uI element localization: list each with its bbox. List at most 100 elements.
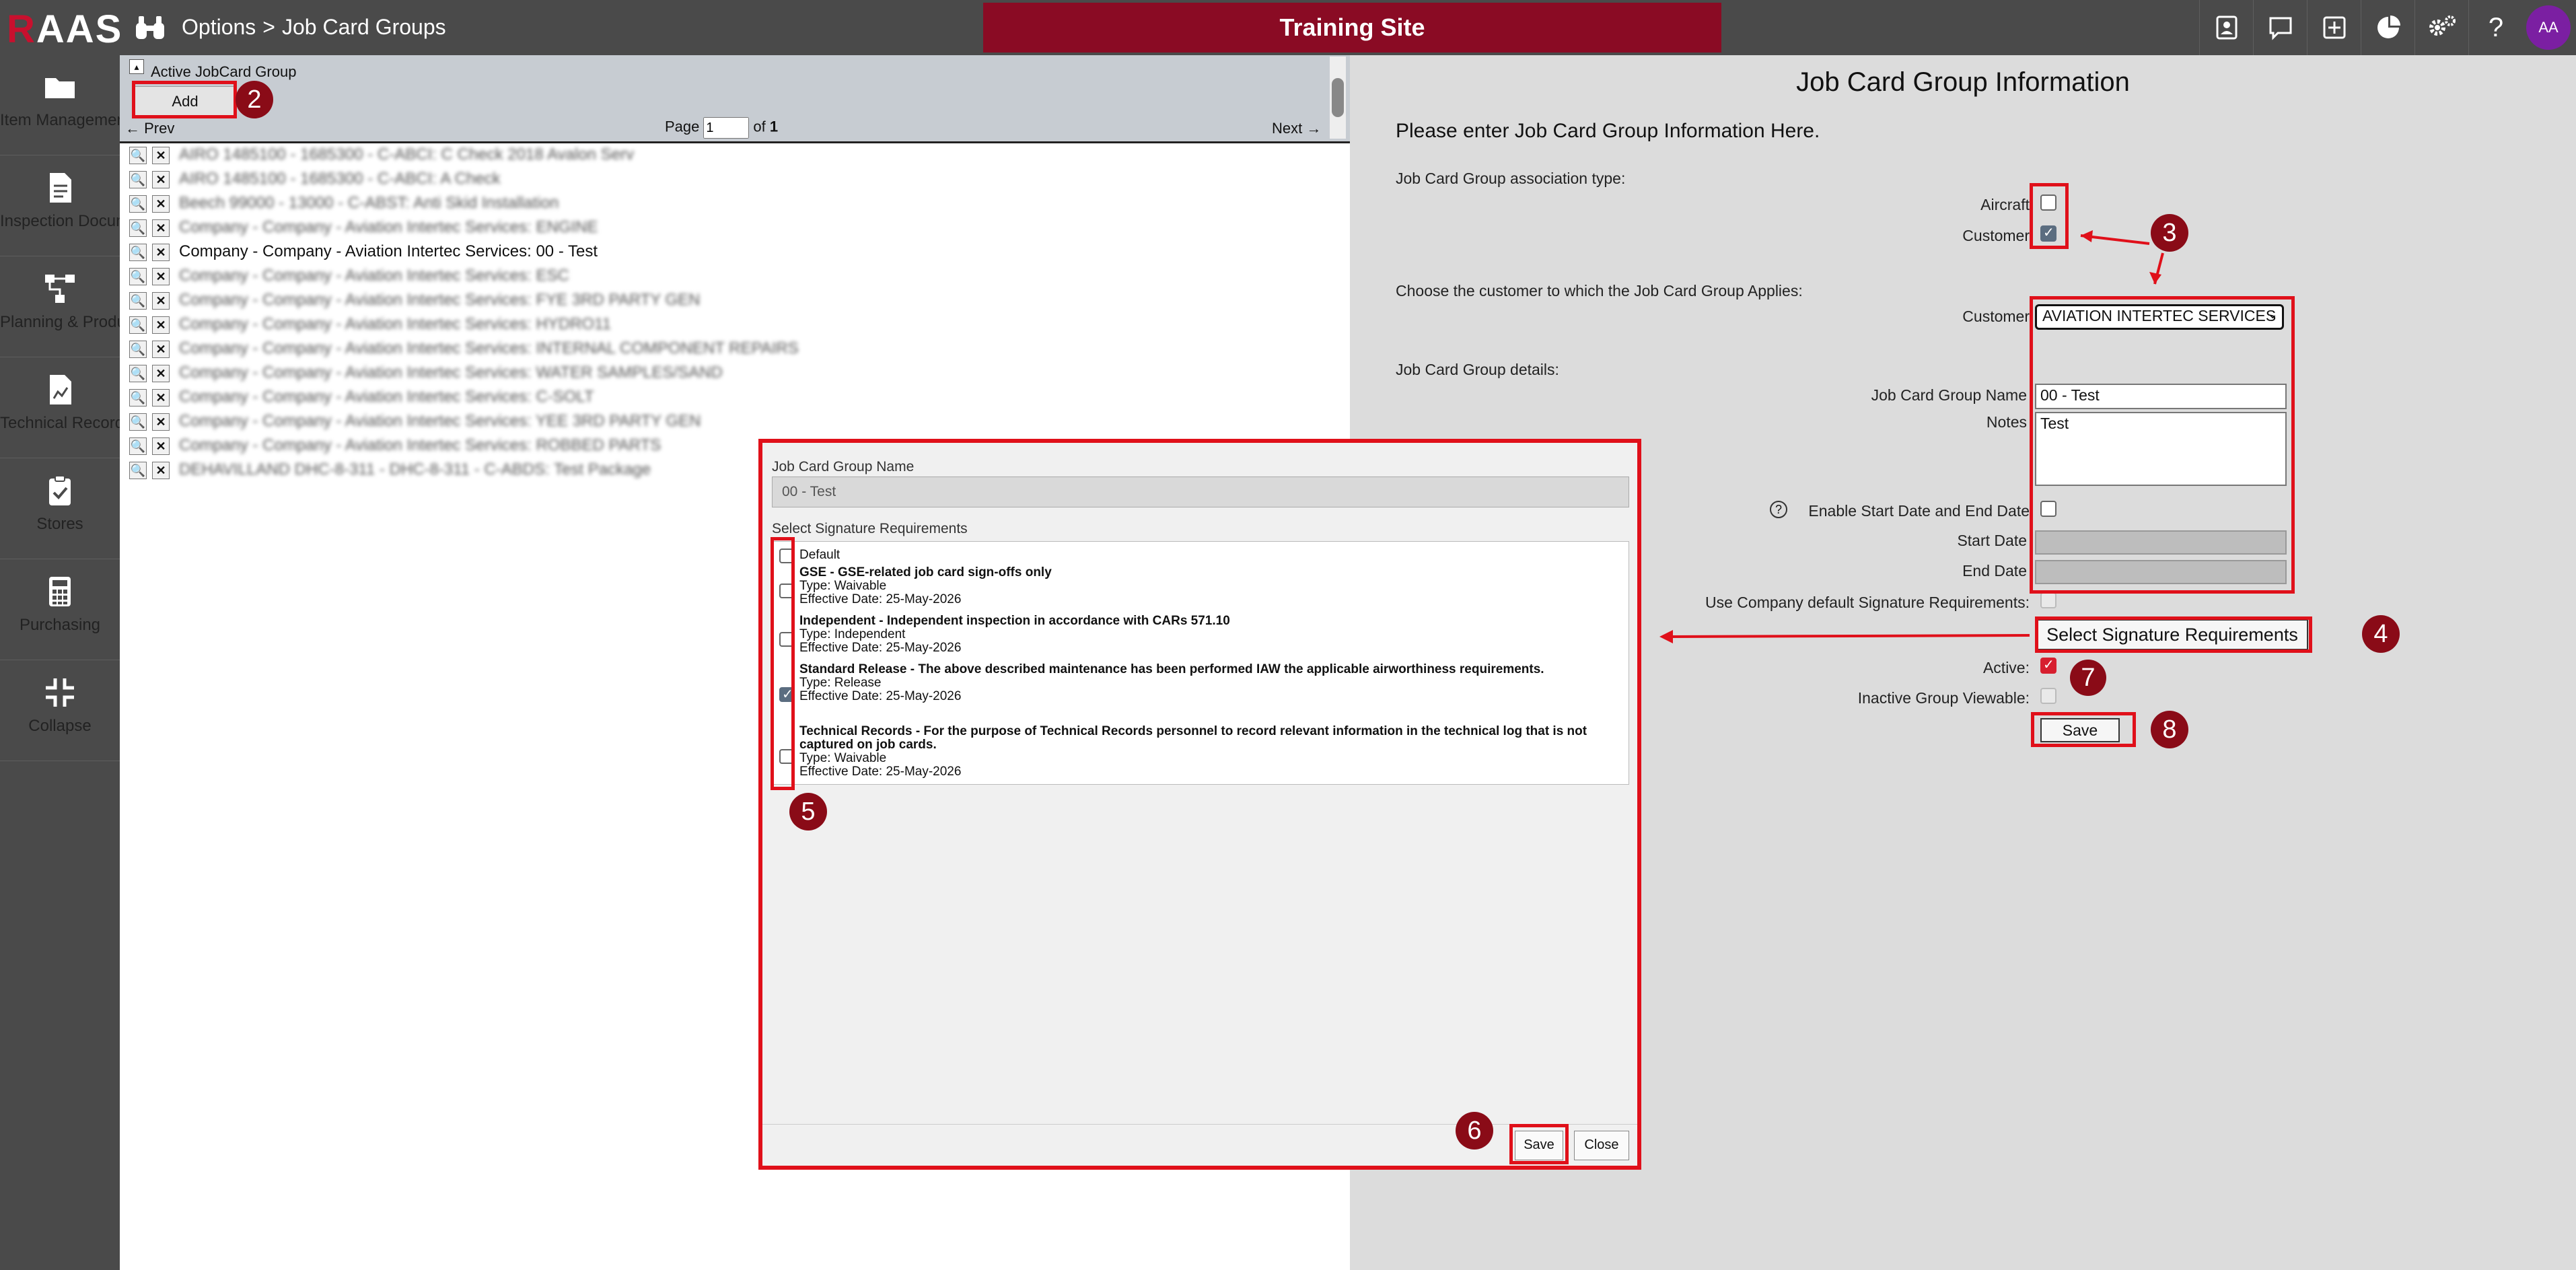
- info-intro: Please enter Job Card Group Information …: [1396, 120, 1820, 142]
- view-icon[interactable]: 🔍: [129, 437, 147, 455]
- signature-item-independent: Independent - Independent inspection in …: [799, 614, 1230, 655]
- delete-icon[interactable]: ✕: [152, 316, 170, 334]
- prev-page-link[interactable]: ← Prev: [125, 120, 174, 137]
- help-icon[interactable]: ?: [2468, 0, 2523, 55]
- use-default-signature-checkbox[interactable]: [2040, 592, 2056, 608]
- user-avatar[interactable]: AA: [2526, 5, 2571, 50]
- delete-icon[interactable]: ✕: [152, 268, 170, 285]
- inactive-viewable-checkbox[interactable]: [2040, 688, 2056, 704]
- sidebar-item-planning-production[interactable]: Planning & Production: [0, 257, 160, 357]
- delete-icon[interactable]: ✕: [152, 413, 170, 431]
- list-scrollbar[interactable]: [1330, 57, 1346, 139]
- scrollbar-thumb[interactable]: [1332, 78, 1344, 117]
- aircraft-checkbox[interactable]: [2040, 195, 2056, 211]
- row-label[interactable]: DEHAVILLAND DHC-8-311 - DHC-8-311 - C-AB…: [179, 460, 651, 479]
- default-label: Default: [799, 548, 840, 562]
- delete-icon[interactable]: ✕: [152, 365, 170, 382]
- signature-checkbox-technical-records[interactable]: [779, 749, 794, 764]
- workflow-icon: [45, 275, 75, 303]
- add-button[interactable]: Add: [135, 86, 236, 117]
- binoculars-icon[interactable]: [135, 13, 166, 42]
- sidebar-item-technical-records[interactable]: Technical Records: [0, 358, 132, 458]
- chat-icon[interactable]: [2253, 0, 2307, 55]
- choose-customer-label: Choose the customer to which the Job Car…: [1396, 282, 1803, 299]
- start-date-input[interactable]: [2035, 530, 2287, 555]
- table-row: 🔍 ✕ Company - Company - Aviation Intertec …: [129, 411, 1327, 432]
- delete-icon[interactable]: ✕: [152, 171, 170, 188]
- row-label[interactable]: Company - Company - Aviation Intertec Se…: [179, 315, 611, 334]
- delete-icon[interactable]: ✕: [152, 462, 170, 479]
- customer-checkbox[interactable]: [2040, 224, 2056, 242]
- view-icon[interactable]: 🔍: [129, 365, 147, 382]
- signature-checkbox-standard-release[interactable]: [779, 686, 794, 703]
- row-label[interactable]: Company - Company - Aviation Intertec Se…: [179, 267, 569, 285]
- row-label[interactable]: Company - Company - Aviation Intertec Se…: [179, 291, 701, 310]
- delete-icon[interactable]: ✕: [152, 341, 170, 358]
- delete-icon[interactable]: ✕: [152, 195, 170, 213]
- sidebar-item-purchasing[interactable]: Purchasing: [0, 560, 120, 660]
- end-date-input[interactable]: [2035, 560, 2287, 584]
- list-divider: [120, 141, 1350, 143]
- sidebar-item-stores[interactable]: Stores: [0, 459, 120, 559]
- row-label[interactable]: Company - Company - Aviation Intertec Se…: [179, 363, 723, 382]
- delete-icon[interactable]: ✕: [152, 437, 170, 455]
- save-button[interactable]: Save: [2040, 718, 2120, 742]
- active-checkbox[interactable]: [2040, 656, 2056, 674]
- modal-name-label: Job Card Group Name: [772, 459, 915, 474]
- raas-logo[interactable]: RAAS: [7, 7, 122, 52]
- row-label[interactable]: Company - Company - Aviation Intertec Se…: [179, 436, 661, 455]
- sidebar-item-item-management[interactable]: Item Management: [0, 55, 130, 155]
- select-signature-requirements-button[interactable]: Select Signature Requirements: [2036, 619, 2308, 650]
- default-checkbox[interactable]: [779, 549, 794, 563]
- row-label[interactable]: Company - Company - Aviation Intertec Se…: [179, 388, 594, 407]
- view-icon[interactable]: 🔍: [129, 316, 147, 334]
- customer-type-label: Customer: [1962, 227, 2030, 244]
- signature-checkbox-independent[interactable]: [779, 632, 794, 647]
- row-label[interactable]: Company - Company - Aviation Intertec Se…: [179, 242, 598, 261]
- modal-close-button[interactable]: Close: [1574, 1131, 1629, 1160]
- sidebar-item-collapse[interactable]: Collapse: [0, 661, 120, 761]
- modal-save-button[interactable]: Save: [1515, 1131, 1563, 1160]
- view-icon[interactable]: 🔍: [129, 147, 147, 164]
- view-icon[interactable]: 🔍: [129, 292, 147, 310]
- view-icon[interactable]: 🔍: [129, 195, 147, 213]
- breadcrumb-options[interactable]: Options: [182, 15, 256, 39]
- page-number-input[interactable]: [703, 117, 750, 139]
- delete-icon[interactable]: ✕: [152, 147, 170, 164]
- contacts-icon[interactable]: [2199, 0, 2254, 55]
- row-label[interactable]: Beech 99000 - 13000 - C-ABST: Anti Skid …: [179, 194, 559, 213]
- delete-icon[interactable]: ✕: [152, 219, 170, 237]
- view-icon[interactable]: 🔍: [129, 219, 147, 237]
- delete-icon[interactable]: ✕: [152, 292, 170, 310]
- row-label[interactable]: AIRO 1485100 - 1685300 - C-ABCI: C Check…: [179, 145, 634, 164]
- notes-textarea[interactable]: Test: [2035, 412, 2287, 486]
- view-icon[interactable]: 🔍: [129, 244, 147, 261]
- breadcrumb: Options > Job Card Groups: [182, 15, 446, 39]
- enable-dates-checkbox[interactable]: [2040, 501, 2056, 517]
- pie-chart-icon[interactable]: [2361, 0, 2415, 55]
- collapse-icon: [46, 678, 74, 707]
- delete-icon[interactable]: ✕: [152, 389, 170, 407]
- signature-checkbox-gse[interactable]: [779, 584, 794, 598]
- sort-icon[interactable]: ▴: [129, 59, 144, 74]
- add-icon[interactable]: [2307, 0, 2361, 55]
- view-icon[interactable]: 🔍: [129, 389, 147, 407]
- sidebar-item-inspection-documents[interactable]: Inspection Documents: [0, 156, 159, 256]
- settings-icon[interactable]: [2414, 0, 2469, 55]
- chevron-down-icon: ⌄: [2267, 308, 2278, 321]
- group-name-input[interactable]: 00 - Test: [2035, 384, 2287, 409]
- row-label[interactable]: Company - Company - Aviation Intertec Se…: [179, 412, 701, 431]
- next-page-link[interactable]: Next →: [1272, 120, 1321, 137]
- row-label[interactable]: Company - Company - Aviation Intertec Se…: [179, 339, 799, 358]
- view-icon[interactable]: 🔍: [129, 462, 147, 479]
- row-label[interactable]: AIRO 1485100 - 1685300 - C-ABCI: A Check: [179, 170, 501, 188]
- delete-icon[interactable]: ✕: [152, 244, 170, 261]
- annotation-arrow-to-modal: [1659, 630, 2030, 643]
- row-label[interactable]: Company - Company - Aviation Intertec Se…: [179, 218, 598, 237]
- view-icon[interactable]: 🔍: [129, 413, 147, 431]
- view-icon[interactable]: 🔍: [129, 268, 147, 285]
- view-icon[interactable]: 🔍: [129, 171, 147, 188]
- view-icon[interactable]: 🔍: [129, 341, 147, 358]
- sidebar: Item Management Inspection Documents Pla…: [0, 55, 160, 1270]
- help-icon[interactable]: ?: [1770, 501, 1787, 518]
